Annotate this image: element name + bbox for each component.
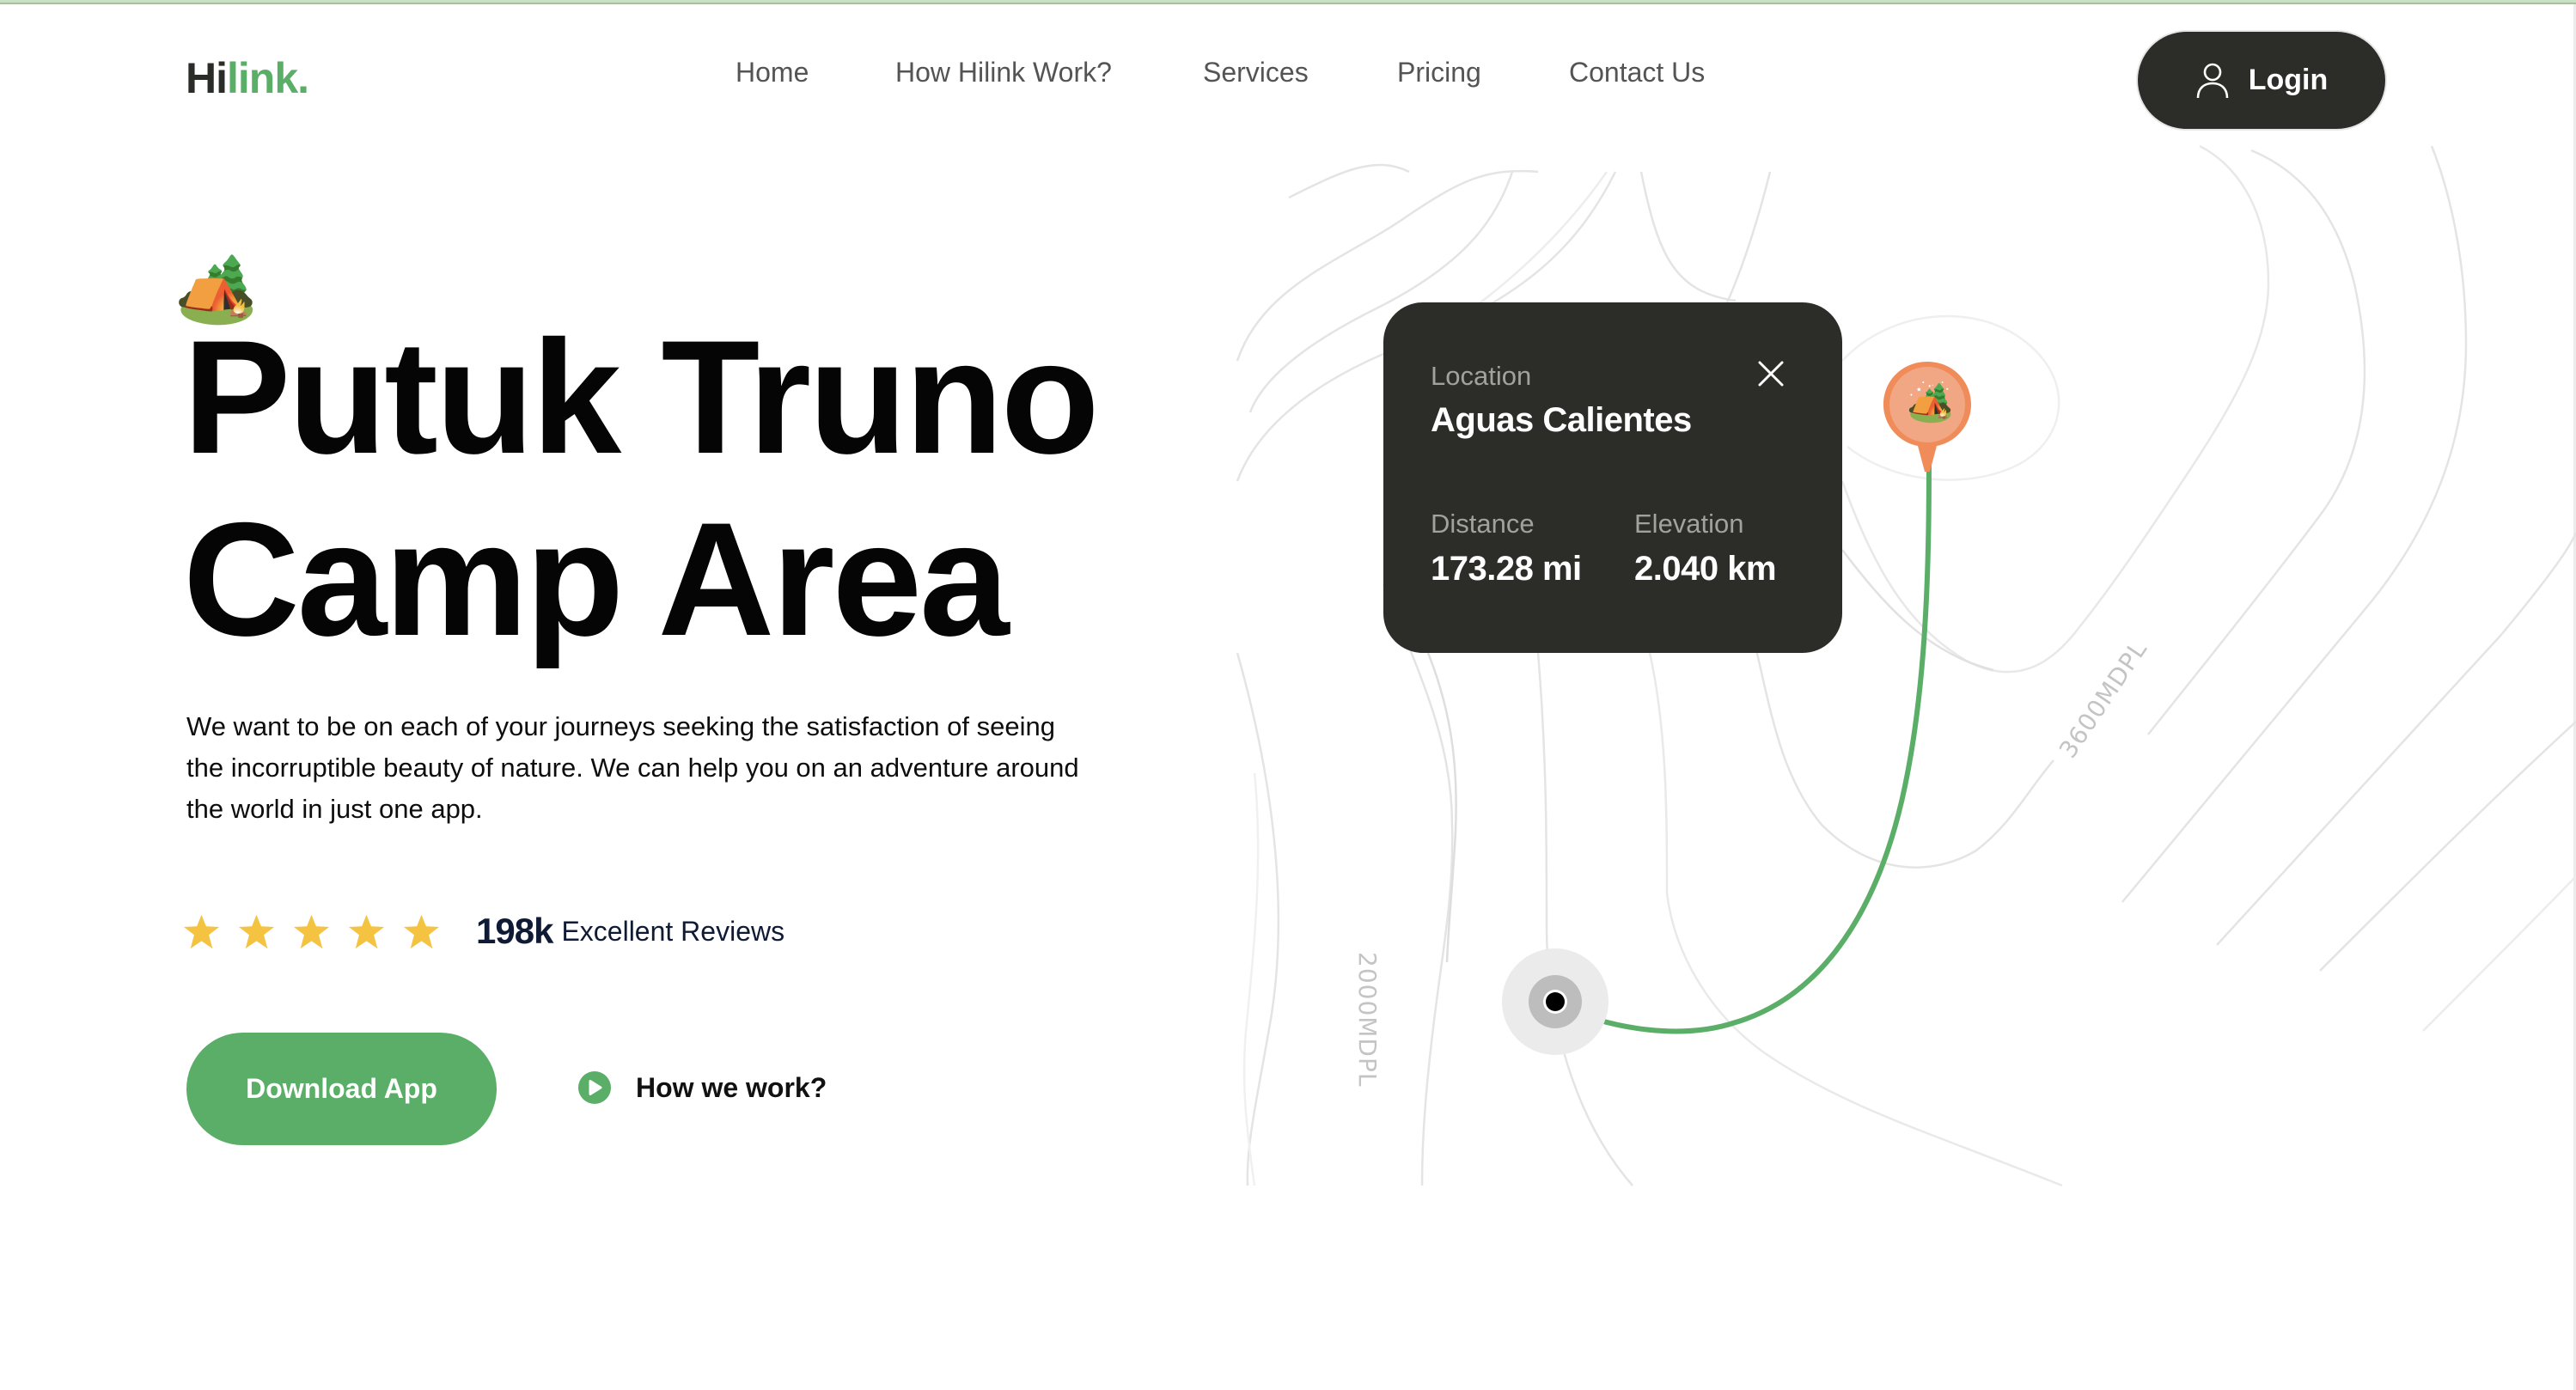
- contour-line: [1236, 652, 1280, 1186]
- contour-line: [1725, 171, 1772, 303]
- contour-lines: [1236, 144, 2576, 1187]
- contour-line: [1242, 772, 1260, 1186]
- contour-line: [2121, 145, 2468, 903]
- distance-value: 173.28 mi: [1431, 550, 1582, 588]
- contour-line: [2319, 721, 2576, 972]
- contour-line: [1288, 163, 1410, 199]
- location-card: Location Aguas Calientes Distance 173.28…: [1383, 302, 1842, 653]
- contour-line: [1639, 171, 1737, 302]
- contour-line: [1382, 583, 1454, 1186]
- contour-line: [1536, 652, 1633, 1186]
- location-value: Aguas Calientes: [1431, 401, 1692, 439]
- elevation-value: 2.040 km: [1634, 550, 1777, 588]
- elevation-label: Elevation: [1634, 509, 1744, 539]
- close-icon[interactable]: [1756, 359, 1785, 388]
- distance-label: Distance: [1431, 509, 1535, 539]
- contour-line: [1751, 635, 2054, 869]
- pin-camp-emoji: 🏕️: [1907, 381, 1954, 424]
- contour-line: [2422, 875, 2576, 1032]
- contour-line: [2147, 149, 2366, 735]
- contour-line: [1841, 549, 1994, 672]
- contour-label-2000: 2000MDPL: [1353, 952, 1382, 1088]
- contour-line: [2216, 532, 2576, 946]
- current-location-icon: [1502, 948, 1608, 1055]
- location-label: Location: [1431, 361, 1532, 391]
